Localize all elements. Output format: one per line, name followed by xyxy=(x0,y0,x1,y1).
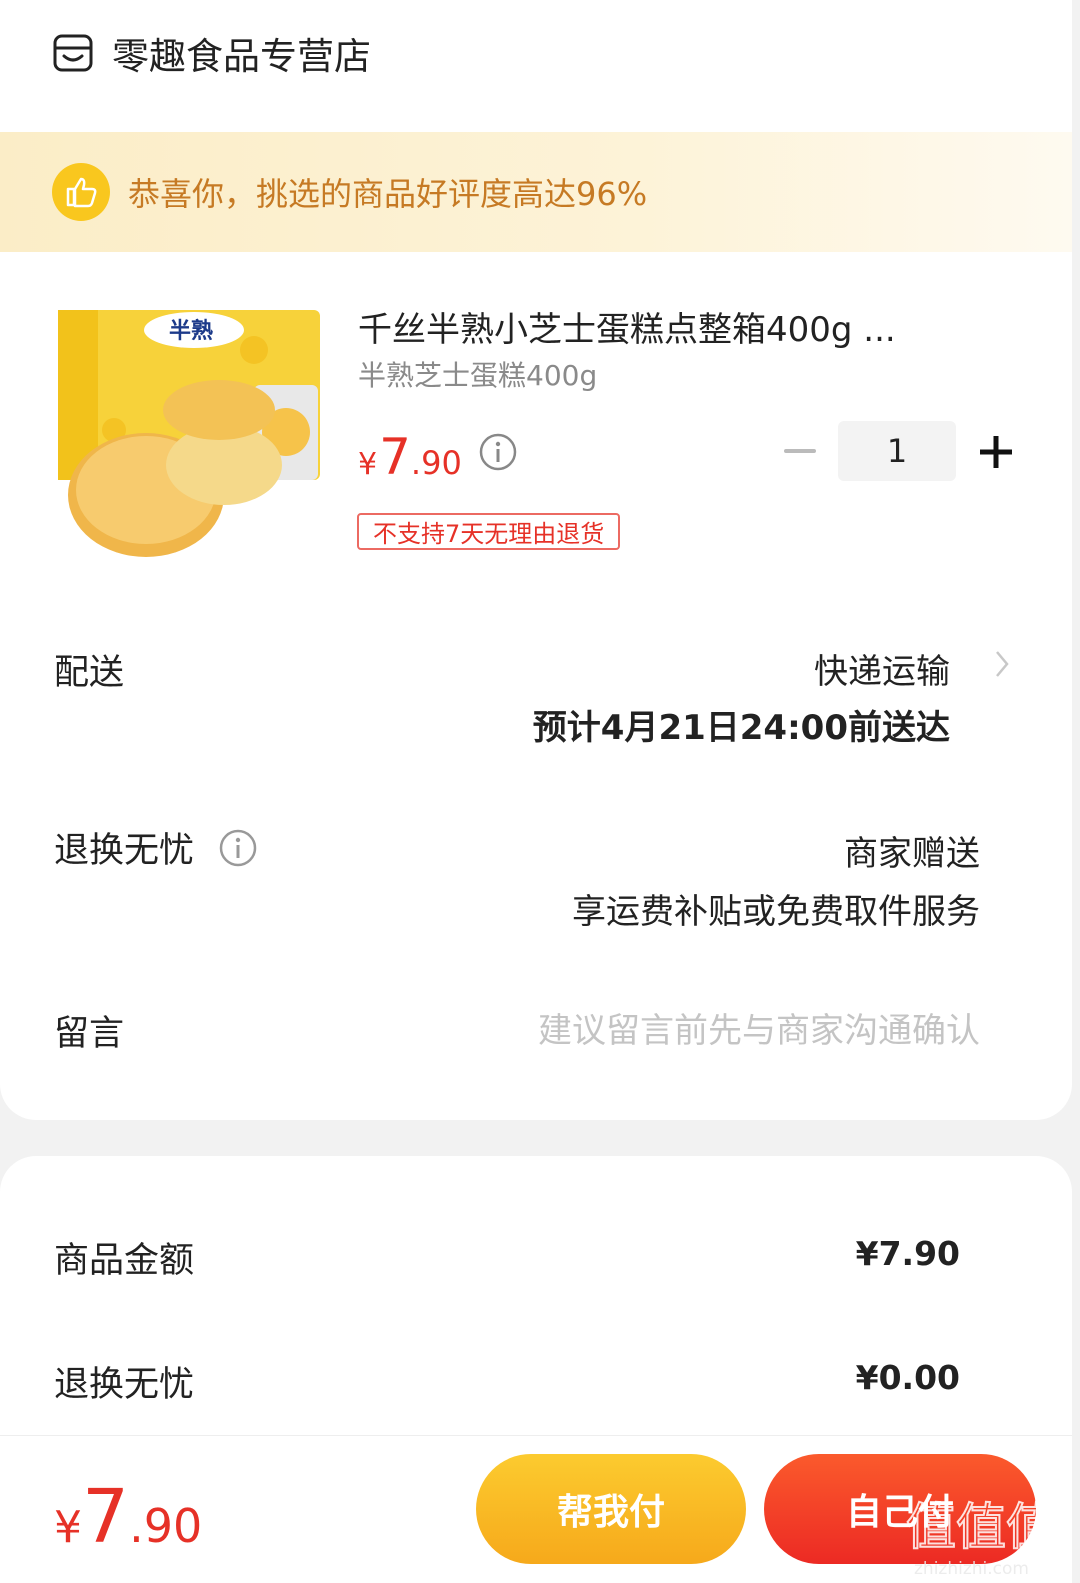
thumbs-up-icon xyxy=(52,163,110,221)
shop-name: 零趣食品专营店 xyxy=(112,35,371,78)
total-currency: ¥ xyxy=(54,1502,82,1553)
goods-amount-value: ¥7.90 xyxy=(855,1234,960,1273)
worry-free-desc: 享运费补贴或免费取件服务 xyxy=(572,892,980,932)
quantity-input[interactable]: 1 xyxy=(838,421,956,481)
delivery-label: 配送 xyxy=(54,653,125,693)
site-watermark: 值值值 zhizhizhi.com xyxy=(905,1497,1057,1579)
goods-amount-label: 商品金额 xyxy=(54,1241,195,1281)
worry-free-fee-label: 退换无忧 xyxy=(54,1365,195,1405)
shop-icon xyxy=(53,34,93,72)
watermark-logo: 值值值 xyxy=(906,1498,1056,1556)
return-policy-tag: 不支持7天无理由退货 xyxy=(357,513,621,550)
price-decimal: .90 xyxy=(410,444,462,482)
delivery-method[interactable]: 快递运输 xyxy=(814,644,950,693)
worry-free-label: 退换无忧 xyxy=(54,831,195,871)
quantity-decrease-button[interactable] xyxy=(782,436,818,466)
price-integer: 7 xyxy=(379,428,411,486)
total-price: ¥ 7 .90 xyxy=(54,1474,202,1560)
worry-free-row: 退换无忧 xyxy=(54,822,258,873)
plus-icon[interactable] xyxy=(976,432,1016,472)
product-title[interactable]: 千丝半熟小芝士蛋糕点整箱400g ... xyxy=(358,302,958,351)
info-icon[interactable] xyxy=(218,828,258,868)
total-decimal: .90 xyxy=(129,1499,203,1553)
order-confirm-page: 零趣食品专营店 恭喜你，挑选的商品好评度高达96% 半熟 千丝半熟小芝士蛋糕点整… xyxy=(0,0,1080,1583)
rating-banner-text: 恭喜你，挑选的商品好评度高达96% xyxy=(128,175,648,213)
unit-price: ¥ 7 .90 xyxy=(358,428,462,486)
svg-text:半熟: 半熟 xyxy=(169,318,213,344)
shop-header[interactable]: 零趣食品专营店 xyxy=(52,28,371,78)
friend-pay-button[interactable]: 帮我付 xyxy=(476,1454,746,1564)
watermark-site: zhizhizhi.com xyxy=(914,1559,1029,1579)
message-label: 留言 xyxy=(54,1014,125,1054)
chevron-right-icon[interactable] xyxy=(992,646,1012,682)
product-image[interactable]: 半熟 xyxy=(54,290,324,565)
worry-free-provider: 商家赠送 xyxy=(844,834,980,874)
message-input[interactable]: 建议留言前先与商家沟通确认 xyxy=(538,1003,980,1052)
minus-icon xyxy=(784,449,816,453)
rating-banner: 恭喜你，挑选的商品好评度高达96% xyxy=(0,132,1072,252)
total-integer: 7 xyxy=(82,1474,130,1560)
worry-free-fee-value: ¥0.00 xyxy=(855,1358,960,1397)
delivery-eta: 预计4月21日24:00前送达 xyxy=(532,708,950,748)
price-currency: ¥ xyxy=(358,447,378,482)
info-icon[interactable] xyxy=(478,432,518,472)
product-spec: 半熟芝士蛋糕400g xyxy=(358,359,598,392)
price-row: ¥ 7 .90 xyxy=(358,428,518,486)
order-card: 零趣食品专营店 恭喜你，挑选的商品好评度高达96% 半熟 千丝半熟小芝士蛋糕点整… xyxy=(0,0,1072,1120)
